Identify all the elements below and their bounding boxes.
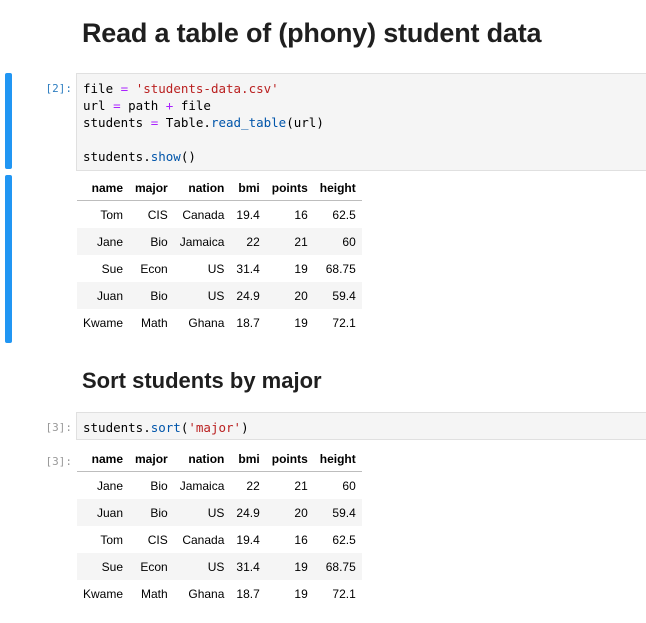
table-cell-height: 59.4 xyxy=(313,499,362,526)
table-cell-name: Tom xyxy=(77,200,130,228)
table-cell-major: Bio xyxy=(129,499,174,526)
table-cell-height: 59.4 xyxy=(313,282,362,309)
table-cell-name: Kwame xyxy=(77,309,130,336)
table-cell-name: Jane xyxy=(77,228,130,255)
table-header-row: name major nation bmi points height xyxy=(77,447,362,472)
table-cell-height: 62.5 xyxy=(313,200,362,228)
column-header-points: points xyxy=(265,176,314,201)
column-header-bmi: bmi xyxy=(230,447,266,472)
table-cell-height: 60 xyxy=(313,228,362,255)
table-cell-name: Sue xyxy=(77,553,130,580)
table-cell-bmi: 24.9 xyxy=(230,282,266,309)
table-cell-bmi: 18.7 xyxy=(230,309,266,336)
heading-read-table: Read a table of (phony) student data xyxy=(82,18,542,48)
table-cell-nation: Jamaica xyxy=(173,471,231,499)
table-cell-nation: Canada xyxy=(173,200,231,228)
table-cell-major: Econ xyxy=(129,553,174,580)
cell-selection-bar-output[interactable] xyxy=(5,175,12,343)
heading-sort-students: Sort students by major xyxy=(82,368,322,393)
table-cell-major: Math xyxy=(129,309,174,336)
table-cell-name: Tom xyxy=(77,526,130,553)
table-cell-height: 68.75 xyxy=(313,255,362,282)
table-cell-points: 19 xyxy=(265,580,314,607)
column-header-nation: nation xyxy=(173,447,231,472)
column-header-bmi: bmi xyxy=(230,176,266,201)
table-cell-bmi: 24.9 xyxy=(230,499,266,526)
sorted-students-table: name major nation bmi points height Jane Bio Ja… xyxy=(77,447,362,607)
table-row: Tom CIS Canada 19.4 16 62.5 xyxy=(77,200,362,228)
students-table: name major nation bmi points height Tom CIS Can… xyxy=(77,176,362,336)
column-header-nation: nation xyxy=(173,176,231,201)
table-cell-nation: US xyxy=(173,553,231,580)
table-cell-name: Juan xyxy=(77,499,130,526)
table-cell-name: Juan xyxy=(77,282,130,309)
table-row: Sue Econ US 31.4 19 68.75 xyxy=(77,553,362,580)
table-cell-bmi: 22 xyxy=(230,471,266,499)
table-cell-height: 60 xyxy=(313,471,362,499)
table-cell-height: 72.1 xyxy=(313,580,362,607)
table-cell-nation: Jamaica xyxy=(173,228,231,255)
table-row: Jane Bio Jamaica 22 21 60 xyxy=(77,471,362,499)
table-cell-bmi: 31.4 xyxy=(230,553,266,580)
column-header-name: name xyxy=(77,176,130,201)
table-row: Kwame Math Ghana 18.7 19 72.1 xyxy=(77,580,362,607)
table-cell-points: 20 xyxy=(265,499,314,526)
table-row: Tom CIS Canada 19.4 16 62.5 xyxy=(77,526,362,553)
table-cell-nation: US xyxy=(173,499,231,526)
table-cell-nation: Ghana xyxy=(173,580,231,607)
input-prompt: [2]: xyxy=(45,82,73,95)
table-cell-bmi: 19.4 xyxy=(230,526,266,553)
table-row: Sue Econ US 31.4 19 68.75 xyxy=(77,255,362,282)
column-header-points: points xyxy=(265,447,314,472)
table-cell-points: 20 xyxy=(265,282,314,309)
column-header-major: major xyxy=(129,176,174,201)
table-cell-major: Bio xyxy=(129,282,174,309)
table-row: Juan Bio US 24.9 20 59.4 xyxy=(77,499,362,526)
table-cell-points: 19 xyxy=(265,255,314,282)
code-editor[interactable]: file = 'students-data.csv' url = path + f… xyxy=(77,74,646,165)
table-cell-name: Jane xyxy=(77,471,130,499)
table-cell-nation: Canada xyxy=(173,526,231,553)
table-cell-bmi: 22 xyxy=(230,228,266,255)
table-cell-height: 72.1 xyxy=(313,309,362,336)
table-header-row: name major nation bmi points height xyxy=(77,176,362,201)
output-prompt: [3]: xyxy=(45,455,73,468)
table-cell-bmi: 19.4 xyxy=(230,200,266,228)
table-cell-bmi: 31.4 xyxy=(230,255,266,282)
column-header-height: height xyxy=(313,176,362,201)
table-cell-major: Bio xyxy=(129,228,174,255)
table-cell-points: 19 xyxy=(265,553,314,580)
column-header-major: major xyxy=(129,447,174,472)
table-cell-bmi: 18.7 xyxy=(230,580,266,607)
table-row: Kwame Math Ghana 18.7 19 72.1 xyxy=(77,309,362,336)
table-cell-major: Econ xyxy=(129,255,174,282)
table-cell-major: CIS xyxy=(129,526,174,553)
table-cell-nation: US xyxy=(173,255,231,282)
column-header-name: name xyxy=(77,447,130,472)
table-cell-major: Bio xyxy=(129,471,174,499)
table-cell-height: 68.75 xyxy=(313,553,362,580)
code-cell-1[interactable]: file = 'students-data.csv' url = path + f… xyxy=(76,73,646,171)
table-cell-points: 19 xyxy=(265,309,314,336)
input-prompt: [3]: xyxy=(45,421,73,434)
table-cell-nation: Ghana xyxy=(173,309,231,336)
table-cell-major: CIS xyxy=(129,200,174,228)
table-cell-points: 16 xyxy=(265,526,314,553)
table-cell-name: Sue xyxy=(77,255,130,282)
table-cell-nation: US xyxy=(173,282,231,309)
table-cell-height: 62.5 xyxy=(313,526,362,553)
code-cell-2[interactable]: students.sort('major') xyxy=(76,412,646,440)
table-row: Juan Bio US 24.9 20 59.4 xyxy=(77,282,362,309)
table-cell-points: 21 xyxy=(265,471,314,499)
table-cell-name: Kwame xyxy=(77,580,130,607)
column-header-height: height xyxy=(313,447,362,472)
table-cell-points: 21 xyxy=(265,228,314,255)
code-editor[interactable]: students.sort('major') xyxy=(77,413,646,436)
table-cell-major: Math xyxy=(129,580,174,607)
table-cell-points: 16 xyxy=(265,200,314,228)
table-row: Jane Bio Jamaica 22 21 60 xyxy=(77,228,362,255)
